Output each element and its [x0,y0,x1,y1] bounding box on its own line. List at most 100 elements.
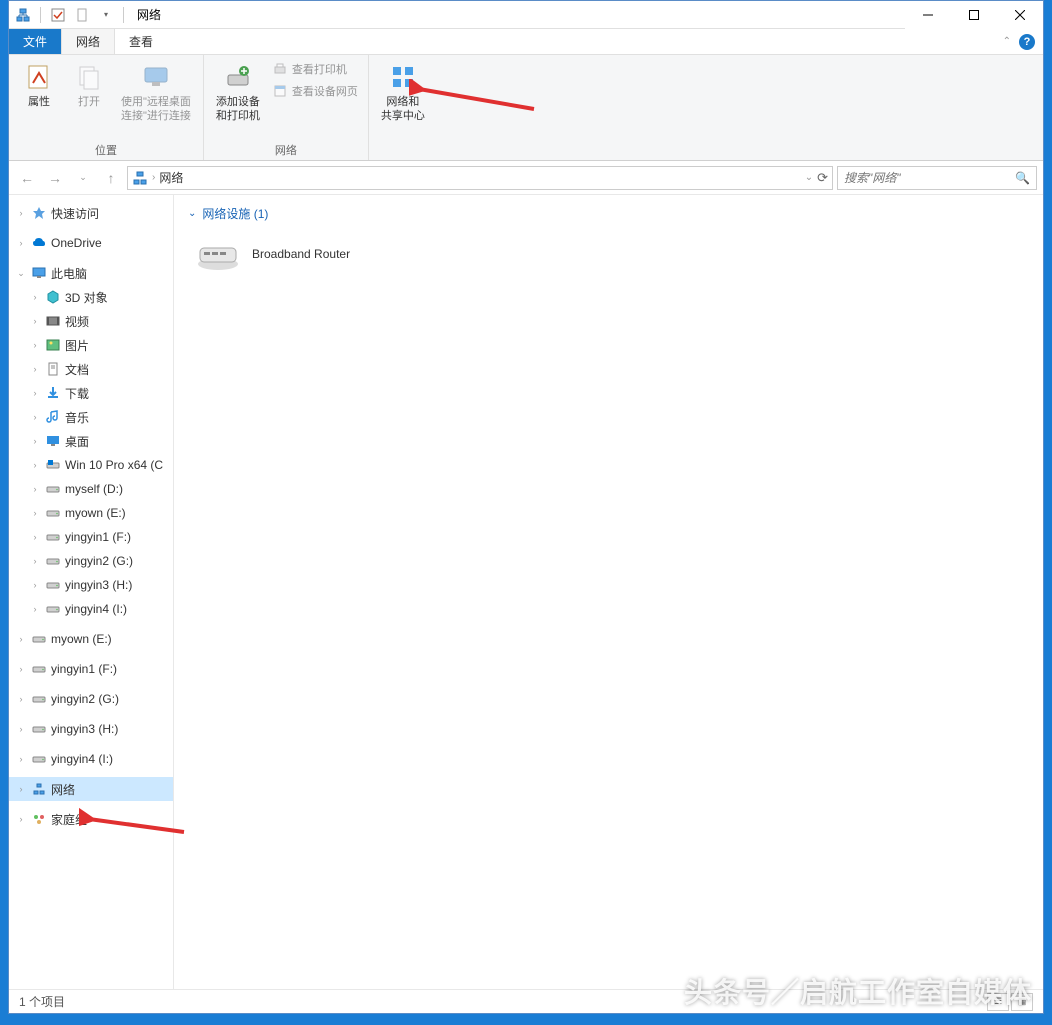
recent-dropdown[interactable]: ⌄ [71,166,95,190]
tree-item-label: yingyin3 (H:) [65,578,132,592]
expand-icon[interactable]: › [15,784,27,794]
icons-view-button[interactable]: ▦ [1011,993,1033,1011]
tree-item-loc-yy4[interactable]: › yingyin4 (I:) [9,747,173,771]
help-icon[interactable]: ? [1019,34,1035,50]
view-device-page-button: 查看设备网页 [268,81,362,101]
tree-item-label: 图片 [65,337,89,354]
tree-item-music[interactable]: › 音乐 [9,405,173,429]
tree-item-videos[interactable]: ›视频 [9,309,173,333]
tree-item-documents[interactable]: ›文档 [9,357,173,381]
expand-icon[interactable]: › [29,340,41,350]
properties-button[interactable]: 属性 [15,59,63,111]
details-view-button[interactable]: ☰ [987,993,1009,1011]
expand-icon[interactable]: › [15,754,27,764]
up-button[interactable]: ↑ [99,166,123,190]
expand-icon[interactable]: › [29,316,41,326]
search-input[interactable] [844,171,1015,185]
tree-item-loc-yy1[interactable]: ›yingyin1 (F:) [9,657,173,681]
expand-icon[interactable]: › [15,238,27,248]
chevron-right-icon[interactable]: › [152,172,155,183]
add-device-button[interactable]: 添加设备 和打印机 [210,59,266,126]
expand-icon[interactable]: › [29,508,41,518]
ribbon: 属性 打开 使用"远程桌面 连接"进行连接 位置 添加设备 和打印机 [9,55,1043,161]
expand-icon[interactable]: ⌄ [15,268,27,279]
tree-item-drive-c[interactable]: ›Win 10 Pro x64 (C [9,453,173,477]
network-icon[interactable] [13,5,33,25]
tree-item-drive-h[interactable]: › yingyin3 (H:) [9,573,173,597]
tree-item-drive-i[interactable]: ›yingyin4 (I:) [9,597,173,621]
tree-item-loc-yy2[interactable]: ›yingyin2 (G:) [9,687,173,711]
refresh-button[interactable]: ⟳ [817,170,828,186]
expand-icon[interactable]: › [29,364,41,374]
expand-icon[interactable]: › [29,604,41,614]
expand-icon[interactable]: › [29,292,41,302]
tab-view[interactable]: 查看 [115,29,167,54]
device-item-router[interactable]: Broadband Router [188,230,468,278]
tree-item-drive-d[interactable]: ›myself (D:) [9,477,173,501]
tree-item-drive-g[interactable]: ›yingyin2 (G:) [9,549,173,573]
tree-item-onedrive[interactable]: › OneDrive [9,231,173,255]
back-button[interactable]: ← [15,166,39,190]
tree-item-loc-myown[interactable]: ›myown (E:) [9,627,173,651]
tab-network[interactable]: 网络 [61,29,115,54]
expand-icon[interactable]: › [29,460,41,470]
address-location[interactable]: 网络 [159,169,183,186]
expand-icon[interactable]: › [15,634,27,644]
tree-item-drive-f[interactable]: ›yingyin1 (F:) [9,525,173,549]
tree-item-desktop[interactable]: ›桌面 [9,429,173,453]
tree-item-homegroup[interactable]: ›家庭组 [9,807,173,831]
pic-icon [45,337,61,353]
tree-item-label: 快速访问 [51,205,99,222]
expand-icon[interactable]: › [29,436,41,446]
expand-icon[interactable]: › [15,664,27,674]
document-icon[interactable] [72,5,92,25]
tree-item-label: 音乐 [65,409,89,426]
tree-item-drive-e[interactable]: ›myown (E:) [9,501,173,525]
expand-icon[interactable]: › [29,388,41,398]
add-device-icon [222,61,254,93]
qat-dropdown-icon[interactable]: ▾ [96,5,116,25]
address-bar[interactable]: › 网络 ⌄ ⟳ [127,166,833,190]
forward-button[interactable]: → [43,166,67,190]
search-box[interactable]: 🔍 [837,166,1037,190]
group-header-label: 网络设施 (1) [202,205,268,222]
tree-item-label: yingyin4 (I:) [51,752,113,766]
status-bar: 1 个项目 ☰ ▦ [9,989,1043,1013]
tree-item-this-pc[interactable]: ⌄此电脑 [9,261,173,285]
minimize-button[interactable] [905,1,951,29]
maximize-button[interactable] [951,1,997,29]
tree-item-pictures[interactable]: › 图片 [9,333,173,357]
expand-icon[interactable]: › [15,694,27,704]
search-icon[interactable]: 🔍 [1015,171,1030,185]
desktop-icon [45,433,61,449]
expand-icon[interactable]: › [29,484,41,494]
tree-item-downloads[interactable]: ›下载 [9,381,173,405]
video-icon [45,313,61,329]
expand-icon[interactable]: › [29,412,41,422]
close-button[interactable] [997,1,1043,29]
drive-icon [31,631,47,647]
network-center-button[interactable]: 网络和 共享中心 [375,59,431,126]
content-pane[interactable]: ⌄ 网络设施 (1) Broadband Router [174,195,1043,989]
tab-file[interactable]: 文件 [9,29,61,54]
collapse-ribbon-icon[interactable]: ⌃ [1003,36,1011,47]
expand-icon[interactable]: › [15,208,27,218]
tree-item-loc-yy3[interactable]: ›yingyin3 (H:) [9,717,173,741]
tree-item-network[interactable]: ›网络 [9,777,173,801]
expand-icon[interactable]: › [29,532,41,542]
tree-item-objects-3d[interactable]: ›3D 对象 [9,285,173,309]
status-item-count: 1 个项目 [19,993,65,1010]
checkbox-icon[interactable] [48,5,68,25]
expand-icon[interactable]: › [15,724,27,734]
expand-icon[interactable]: › [15,814,27,824]
expand-icon[interactable]: › [29,556,41,566]
tree-item-quick-access[interactable]: › 快速访问 [9,201,173,225]
navigation-pane[interactable]: ›快速访问›OneDrive⌄此电脑›3D 对象›视频›图片›文档›下载›音乐›… [9,195,174,989]
address-dropdown-icon[interactable]: ⌄ [805,172,813,183]
group-header-network-infrastructure[interactable]: ⌄ 网络设施 (1) [188,205,1029,222]
tree-item-label: OneDrive [51,236,102,250]
drive-icon [31,661,47,677]
expand-icon[interactable]: › [29,580,41,590]
network-center-label: 网络和 共享中心 [381,95,425,124]
view-device-page-label: 查看设备网页 [292,83,358,99]
